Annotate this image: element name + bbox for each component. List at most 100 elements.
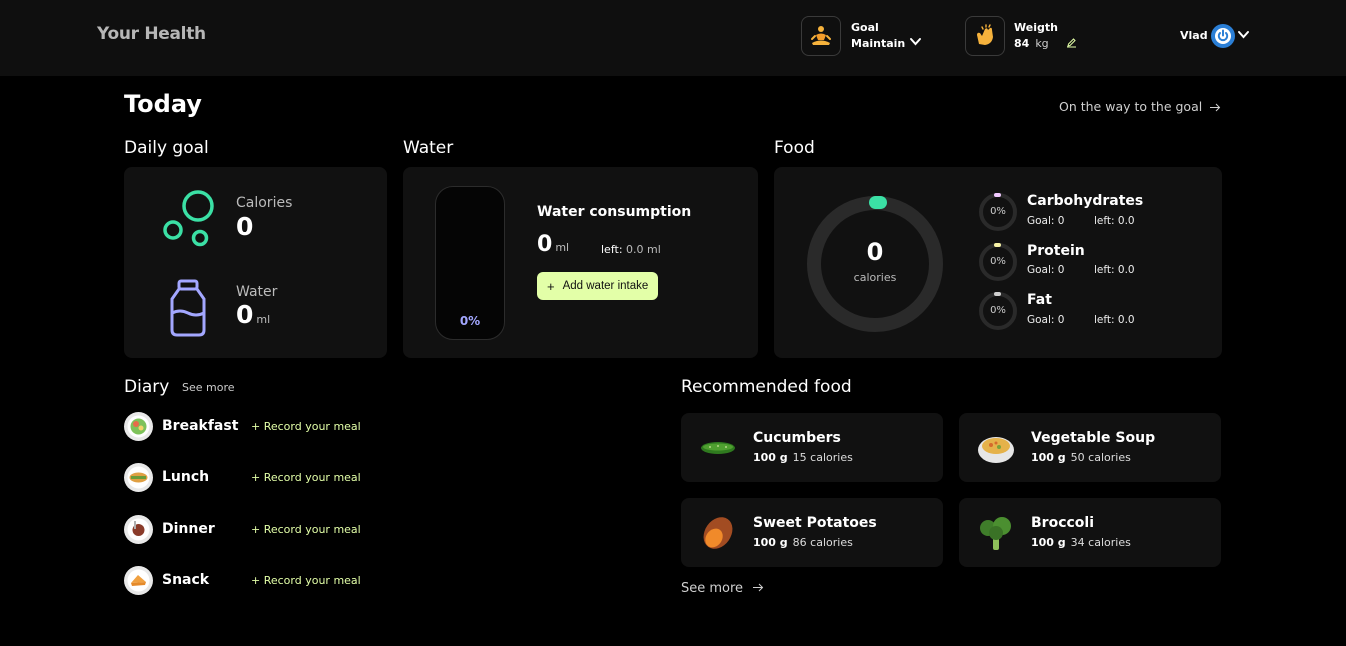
arrow-right-icon — [753, 583, 764, 592]
food-card-vegetable-soup[interactable]: Vegetable Soup 100 g 50 calories — [959, 413, 1221, 482]
record-meal-button[interactable]: + Record your meal — [251, 471, 361, 484]
snack-plate-icon — [124, 566, 153, 595]
weight-icon-box[interactable] — [965, 16, 1005, 56]
fat-left-value: 0.0 — [1117, 314, 1135, 326]
water-consumption-row: 0 ml — [537, 232, 569, 257]
weight-unit: kg — [1035, 37, 1049, 50]
water-percent: 0% — [459, 314, 481, 328]
food-title: Food — [774, 138, 815, 158]
add-water-button[interactable]: + Add water intake — [537, 272, 659, 300]
protein-left-label: left: — [1094, 264, 1115, 276]
diary-item-name: Snack — [162, 572, 210, 588]
arrow-right-icon — [1210, 103, 1221, 112]
goal-link[interactable]: On the way to the goal — [1059, 99, 1221, 114]
dinner-plate-icon — [124, 515, 153, 544]
top-header: Your Health Goal Maintain Weigth 84 kg Vl… — [0, 0, 1346, 76]
calories-label: Calories — [236, 195, 293, 211]
bubbles-icon — [163, 190, 214, 247]
protein-goal-label: Goal: — [1027, 264, 1055, 276]
meditation-icon — [811, 26, 831, 45]
chevron-down-icon[interactable] — [909, 37, 922, 47]
food-card-cucumbers[interactable]: Cucumbers 100 g 15 calories — [681, 413, 943, 482]
sweet-potato-icon — [697, 512, 739, 554]
protein-percent: 0% — [990, 256, 1006, 267]
protein-name: Protein — [1027, 243, 1085, 259]
record-meal-button[interactable]: + Record your meal — [251, 523, 361, 536]
food-card-sweet-potatoes[interactable]: Sweet Potatoes 100 g 86 calories — [681, 498, 943, 567]
carbs-left-label: left: — [1094, 215, 1115, 227]
weight-label: Weigth — [1014, 21, 1058, 34]
carbs-goal: Goal: 0 — [1027, 215, 1064, 227]
goal-link-label: On the way to the goal — [1059, 99, 1203, 114]
diary-item-name: Lunch — [162, 469, 210, 485]
edit-pencil-icon[interactable] — [1066, 37, 1077, 48]
fat-goal-value: 0 — [1057, 314, 1065, 326]
water-left-label: left: — [601, 243, 623, 256]
food-info: 100 g 50 calories — [1031, 451, 1131, 464]
record-meal-button[interactable]: + Record your meal — [251, 420, 361, 433]
fat-percent: 0% — [990, 305, 1006, 316]
food-name: Broccoli — [1031, 515, 1095, 531]
diary-title: Diary — [124, 377, 170, 397]
diary-see-more[interactable]: See more — [182, 381, 235, 394]
carbs-percent: 0% — [990, 206, 1006, 217]
water-card: 0% Water consumption 0 ml left: 0.0 ml + … — [403, 167, 758, 358]
goal-value[interactable]: Maintain — [851, 37, 905, 50]
water-value-row: 0 ml — [236, 300, 270, 329]
food-info: 100 g 15 calories — [753, 451, 853, 464]
water-bottle-icon — [170, 279, 206, 337]
water-consumed-unit: ml — [555, 241, 570, 254]
broccoli-icon — [975, 512, 1017, 554]
carbs-goal-value: 0 — [1057, 215, 1065, 227]
protein-left-value: 0.0 — [1117, 264, 1135, 276]
food-calories-label: calories — [853, 271, 897, 284]
food-calories: 15 calories — [792, 451, 853, 464]
water-level-bar: 0% — [435, 186, 505, 340]
food-calories: 86 calories — [792, 536, 853, 549]
water-consumed-value: 0 — [537, 232, 553, 257]
protein-left: left: 0.0 — [1094, 264, 1135, 276]
breakfast-plate-icon — [124, 412, 153, 441]
protein-goal-value: 0 — [1057, 264, 1065, 276]
page-title: Today — [124, 90, 202, 118]
food-amount: 100 g — [753, 536, 788, 549]
diary-item-breakfast: Breakfast + Record your meal — [124, 412, 384, 442]
weight-value: 84 — [1014, 37, 1030, 50]
calories-value: 0 — [236, 212, 254, 241]
user-name[interactable]: Vlad — [1180, 29, 1208, 42]
power-icon — [1215, 28, 1231, 44]
food-amount: 100 g — [1031, 536, 1066, 549]
water-left-value: 0.0 ml — [626, 243, 661, 256]
water-label: Water — [236, 284, 278, 300]
food-calories: 50 calories — [1070, 451, 1131, 464]
water-title: Water — [403, 138, 454, 158]
water-left: left: 0.0 ml — [601, 243, 661, 256]
clap-icon — [977, 24, 993, 45]
diary-item-dinner: Dinner + Record your meal — [124, 515, 384, 545]
record-meal-button[interactable]: + Record your meal — [251, 574, 361, 587]
user-menu-chevron-icon[interactable] — [1237, 30, 1250, 40]
fat-left-label: left: — [1094, 314, 1115, 326]
carbs-left-value: 0.0 — [1117, 215, 1135, 227]
recommended-see-more-label: See more — [681, 581, 744, 596]
protein-goal: Goal: 0 — [1027, 264, 1064, 276]
weight-value-row: 84 kg — [1014, 37, 1049, 50]
recommended-see-more[interactable]: See more — [681, 581, 764, 596]
food-amount: 100 g — [753, 451, 788, 464]
goal-label: Goal — [851, 21, 879, 34]
avatar[interactable] — [1211, 24, 1235, 48]
food-card-broccoli[interactable]: Broccoli 100 g 34 calories — [959, 498, 1221, 567]
carbs-name: Carbohydrates — [1027, 193, 1144, 209]
carbs-left: left: 0.0 — [1094, 215, 1135, 227]
food-calories: 34 calories — [1070, 536, 1131, 549]
app-logo[interactable]: Your Health — [97, 24, 206, 44]
water-value: 0 — [236, 300, 254, 329]
soup-bowl-icon — [975, 427, 1017, 469]
diary-item-name: Breakfast — [162, 418, 239, 434]
diary-item-snack: Snack + Record your meal — [124, 566, 384, 596]
food-name: Vegetable Soup — [1031, 430, 1156, 446]
goal-icon-box[interactable] — [801, 16, 841, 56]
diary-item-name: Dinner — [162, 521, 215, 537]
cucumber-icon — [697, 427, 739, 469]
daily-goal-title: Daily goal — [124, 138, 209, 158]
